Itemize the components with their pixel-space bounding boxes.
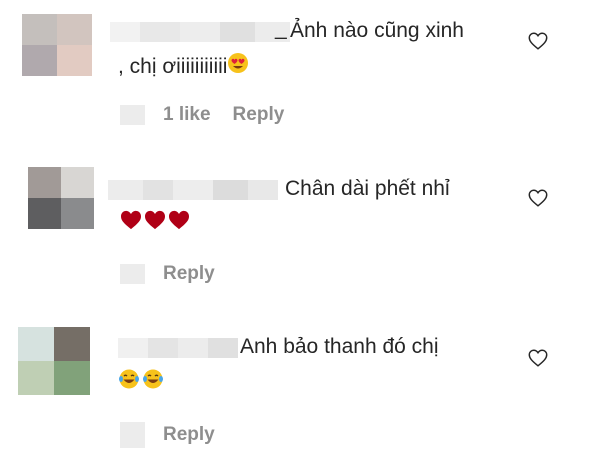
reply-button[interactable]: Reply [163, 263, 215, 285]
comment-meta: Reply [120, 422, 215, 448]
tears-of-joy-icon [119, 369, 139, 389]
comment-text: Chân dài phết nhỉ [285, 177, 450, 200]
red-heart-icon [145, 210, 165, 230]
comment-item: _ Ảnh nào cũng xinh , chị ơiiiiiiiiiii 1… [0, 0, 600, 150]
avatar-pixel [61, 167, 94, 198]
like-heart-icon[interactable] [527, 30, 549, 52]
comment-item: Anh bảo thanh đó chị Reply [0, 310, 600, 462]
like-heart-icon[interactable] [527, 187, 549, 209]
username-redacted[interactable] [108, 180, 278, 200]
comment-meta: Reply [120, 263, 215, 285]
tears-of-joy-icon [143, 369, 163, 389]
avatar[interactable] [18, 327, 90, 395]
avatar-pixel [22, 14, 57, 45]
comment-meta: 1 like Reply [120, 104, 284, 126]
avatar-pixel [54, 361, 90, 395]
like-heart-icon[interactable] [527, 347, 549, 369]
comment-text-line2: , chị ơiiiiiiiiiii [118, 52, 249, 83]
username-redacted[interactable] [110, 22, 290, 42]
avatar-pixel [22, 45, 57, 76]
comment-text-continued: , chị ơiiiiiiiiiii [118, 55, 228, 79]
avatar-pixel [57, 14, 92, 45]
avatar-pixel [57, 45, 92, 76]
comment-text: Ảnh nào cũng xinh [290, 19, 464, 42]
redacted-box [120, 264, 145, 284]
hearts-emoji [120, 210, 190, 230]
reply-button[interactable]: Reply [163, 424, 215, 446]
likes-count-link[interactable]: 1 like [163, 104, 211, 126]
redacted-box [120, 105, 145, 125]
avatar-pixel [18, 361, 54, 395]
comment-text: Anh bảo thanh đó chị [240, 335, 439, 358]
avatar[interactable] [28, 167, 94, 229]
red-heart-icon [121, 210, 141, 230]
avatar-pixel [28, 198, 61, 229]
laughing-emoji [118, 368, 164, 390]
username-suffix: _ [275, 17, 287, 40]
avatar-pixel [18, 327, 54, 361]
avatar-pixel [54, 327, 90, 361]
avatar[interactable] [22, 14, 92, 76]
reply-button[interactable]: Reply [233, 104, 285, 126]
avatar-pixel [28, 167, 61, 198]
avatar-pixel [61, 198, 94, 229]
redacted-box [120, 422, 145, 448]
username-redacted[interactable] [118, 338, 238, 358]
heart-eyes-emoji-icon [227, 52, 249, 83]
red-heart-icon [169, 210, 189, 230]
comment-item: Chân dài phết nhỉ Reply [0, 150, 600, 310]
